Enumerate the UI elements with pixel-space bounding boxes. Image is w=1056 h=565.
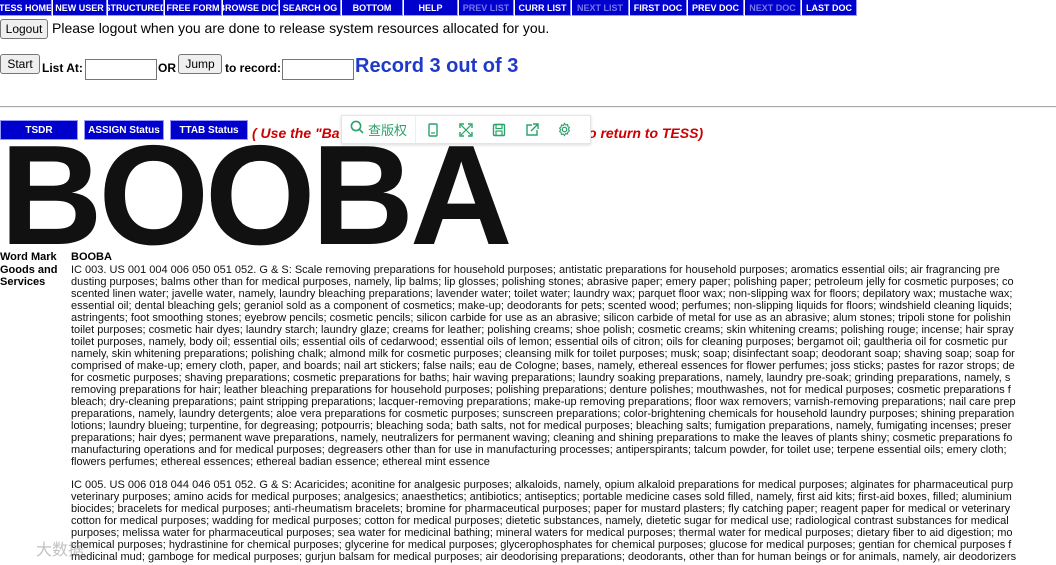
goods-services-line: chemical purposes; hydrastinine for chem… bbox=[71, 539, 1012, 551]
nav-button-last-doc[interactable]: LAST DOC bbox=[802, 0, 857, 16]
goods-services-line: IC 005. US 006 018 044 046 051 052. G & … bbox=[71, 479, 1014, 491]
copyright-check-toolbar: 查版权 bbox=[341, 115, 591, 144]
trademark-image: BOOBA bbox=[0, 116, 513, 275]
settings-icon[interactable] bbox=[548, 116, 581, 143]
to-record-input[interactable] bbox=[282, 59, 354, 80]
logout-button[interactable]: Logout bbox=[0, 19, 48, 39]
divider-line bbox=[0, 106, 1056, 108]
goods-services-line: dusting purposes; balms other than for m… bbox=[71, 276, 1014, 288]
goods-services-line: preparations; hair dyes; permanent wave … bbox=[71, 432, 1013, 444]
nav-button-search-og[interactable]: SEARCH OG bbox=[280, 0, 341, 16]
nav-button-help[interactable]: HELP bbox=[404, 0, 458, 16]
nav-button-next-list[interactable]: NEXT LIST bbox=[572, 0, 629, 16]
nav-button-tess-home[interactable]: TESS HOME bbox=[0, 0, 52, 16]
logout-message: Please logout when you are done to relea… bbox=[52, 20, 550, 36]
goods-services-line: essential oil; dental bleaching gels; ge… bbox=[71, 300, 1013, 312]
goods-services-line: comprised of make-up; emery cloth, paper… bbox=[71, 360, 1015, 372]
nav-button-next-doc[interactable]: NEXT DOC bbox=[745, 0, 801, 16]
goods-services-line: medicinal mud; gamboge for medical purpo… bbox=[71, 551, 1017, 563]
nav-button-prev-doc[interactable]: PREV DOC bbox=[688, 0, 744, 16]
goods-services-line: bleach; dry-cleaning preparations; paint… bbox=[71, 396, 1016, 408]
copyright-search-button[interactable]: 查版权 bbox=[342, 116, 417, 143]
goods-services-line: astringents; foot smoothing stones; eyeb… bbox=[71, 312, 1011, 324]
goods-services-line: flowers perfumes; ethereal essences; eth… bbox=[71, 456, 490, 468]
or-label: OR bbox=[158, 61, 176, 75]
record-status: Record 3 out of 3 bbox=[355, 55, 519, 77]
goods-services-line: toilet purposes; cosmetic hair dyes; lau… bbox=[71, 324, 1014, 336]
goods-services-line: for cosmetic purposes; shaving preparati… bbox=[71, 372, 1011, 384]
goods-services-line: toilet purposes, namely, body oil; essen… bbox=[71, 336, 1008, 348]
copy-icon[interactable] bbox=[416, 116, 449, 143]
goods-services-line: IC 003. US 001 004 006 050 051 052. G & … bbox=[71, 264, 1000, 276]
expand-icon[interactable] bbox=[449, 116, 482, 143]
nav-button-browse-dict[interactable]: BROWSE DICT bbox=[223, 0, 279, 16]
start-button[interactable]: Start bbox=[0, 54, 40, 74]
goods-services-line: preparations, namely, laundry detergents… bbox=[71, 408, 1015, 420]
tess-nav-bar: TESS HOMENEW USERSTRUCTUREDFREE FORMBROW… bbox=[0, 0, 1056, 16]
goods-services-line: biocides; bracelets for medical purposes… bbox=[71, 503, 1011, 515]
search-icon bbox=[350, 120, 364, 139]
goods-services-label-2: Services bbox=[0, 276, 46, 288]
share-icon[interactable] bbox=[515, 116, 548, 143]
nav-button-curr-list[interactable]: CURR LIST bbox=[515, 0, 571, 16]
watermark-logo: 大数据 bbox=[36, 540, 85, 559]
list-at-label: List At: bbox=[42, 61, 83, 75]
nav-button-new-user[interactable]: NEW USER bbox=[53, 0, 107, 16]
goods-services-line: removing preparations for hair; leather … bbox=[71, 384, 1011, 396]
word-mark-value: BOOBA bbox=[71, 251, 112, 263]
save-icon[interactable] bbox=[482, 116, 515, 143]
goods-services-line: veterinary purposes; amino acids for med… bbox=[71, 491, 1012, 503]
nav-button-free-form[interactable]: FREE FORM bbox=[165, 0, 222, 16]
nav-button-first-doc[interactable]: FIRST DOC bbox=[630, 0, 687, 16]
goods-services-line: purposes; melissa water for pharmaceutic… bbox=[71, 527, 1013, 539]
goods-services-line: cotton for medical purposes; wadding for… bbox=[71, 515, 1009, 527]
goods-services-ic005: IC 005. US 006 018 044 046 051 052. G & … bbox=[71, 479, 1056, 563]
back-button-note-end: o return to TESS) bbox=[588, 125, 704, 141]
copyright-search-label: 查版权 bbox=[368, 124, 408, 139]
goods-services-line: namely, skin whitening preparations; pol… bbox=[71, 348, 1015, 360]
word-mark-label: Word Mark bbox=[0, 251, 57, 263]
goods-services-line: manufacturing operations and for medical… bbox=[71, 444, 1007, 456]
nav-button-prev-list[interactable]: PREV LIST bbox=[459, 0, 514, 16]
list-at-input[interactable] bbox=[85, 59, 157, 80]
to-record-label: to record: bbox=[225, 61, 282, 75]
goods-services-label-1: Goods and bbox=[0, 264, 58, 276]
goods-services-line: scented linen water; javelle water, name… bbox=[71, 288, 1013, 300]
nav-button-bottom[interactable]: BOTTOM bbox=[342, 0, 403, 16]
nav-button-structured[interactable]: STRUCTURED bbox=[108, 0, 164, 16]
goods-services-line: lotions; laundry blueing; turpentine, fo… bbox=[71, 420, 1012, 432]
jump-button[interactable]: Jump bbox=[178, 54, 222, 74]
goods-services-ic003: IC 003. US 001 004 006 050 051 052. G & … bbox=[71, 264, 1056, 468]
